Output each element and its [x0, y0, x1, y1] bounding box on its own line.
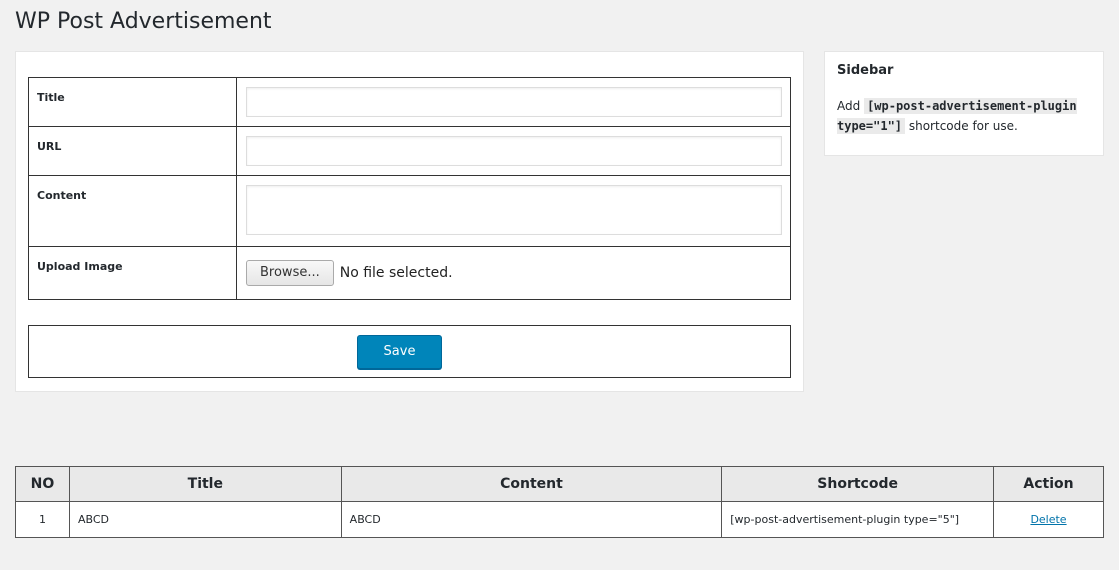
table-row: 1 ABCD ABCD [wp-post-advertisement-plugi… — [15, 501, 1104, 538]
column-header-no: NO — [15, 466, 70, 502]
cell-action: Delete — [993, 501, 1104, 538]
form-row-url: URL — [28, 126, 791, 176]
upload-image-label: Upload Image — [28, 246, 237, 300]
advertisement-form-table: Title URL Content Upload Image Browse...… — [28, 77, 791, 300]
save-row: Save — [28, 325, 791, 378]
sidebar-instructions: Add [wp-post-advertisement-plugin type="… — [837, 96, 1091, 136]
sidebar-panel: Sidebar Add [wp-post-advertisement-plugi… — [824, 51, 1104, 156]
sidebar-title: Sidebar — [837, 63, 894, 78]
url-input[interactable] — [246, 136, 782, 166]
advertisements-table: NO Title Content Shortcode Action 1 ABCD… — [15, 466, 1104, 538]
url-label: URL — [28, 126, 237, 176]
table-header-row: NO Title Content Shortcode Action — [15, 466, 1104, 502]
cell-no: 1 — [15, 501, 70, 538]
form-row-content: Content — [28, 175, 791, 247]
title-input[interactable] — [246, 87, 782, 117]
cell-title: ABCD — [68, 501, 342, 538]
cell-content: ABCD — [340, 501, 723, 538]
page-title: WP Post Advertisement — [15, 9, 272, 34]
cell-shortcode: [wp-post-advertisement-plugin type="5"] — [721, 501, 995, 538]
browse-button[interactable]: Browse... — [246, 260, 334, 286]
column-header-shortcode: Shortcode — [721, 466, 995, 502]
save-button[interactable]: Save — [357, 335, 442, 369]
no-file-selected-text: No file selected. — [339, 265, 453, 281]
content-label: Content — [28, 175, 237, 247]
column-header-action: Action — [993, 466, 1104, 502]
sidebar-text-prefix: Add — [837, 99, 861, 113]
column-header-content: Content — [340, 466, 723, 502]
advertisement-form-panel: Title URL Content Upload Image Browse...… — [15, 51, 804, 392]
column-header-title: Title — [68, 466, 342, 502]
delete-link[interactable]: Delete — [1030, 513, 1066, 526]
sidebar-text-suffix: shortcode for use. — [908, 119, 1018, 133]
title-label: Title — [28, 77, 237, 127]
content-textarea[interactable] — [246, 185, 782, 235]
form-row-upload: Upload Image Browse... No file selected. — [28, 246, 791, 300]
form-row-title: Title — [28, 77, 791, 127]
